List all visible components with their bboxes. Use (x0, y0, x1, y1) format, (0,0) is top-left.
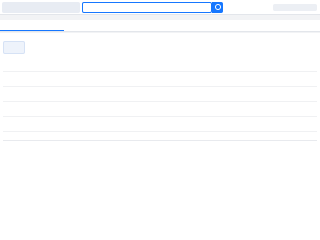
tab-5[interactable] (256, 20, 320, 31)
tab-bar (0, 20, 320, 32)
detail-cell (212, 117, 317, 131)
detail-cell (212, 87, 317, 101)
user-menu[interactable] (273, 4, 317, 11)
top-bar (0, 0, 320, 15)
detail-cell (108, 102, 213, 116)
search-icon[interactable] (212, 2, 223, 13)
detail-cell (3, 117, 108, 131)
detail-cell (3, 57, 108, 71)
search-input[interactable] (82, 2, 212, 13)
detail-cell (108, 57, 213, 71)
detail-cell (3, 87, 108, 101)
detail-cell (108, 87, 213, 101)
details-grid (3, 57, 317, 132)
detail-row (3, 72, 317, 87)
detail-cell (212, 57, 317, 71)
detail-cell (212, 72, 317, 86)
detail-cell (108, 117, 213, 131)
tab-4[interactable] (192, 20, 256, 31)
detail-row (3, 57, 317, 72)
detail-row (3, 87, 317, 102)
detail-cell (108, 72, 213, 86)
detail-row (3, 117, 317, 132)
business-scope-header (3, 131, 317, 141)
detail-cell (3, 102, 108, 116)
tab-3[interactable] (128, 20, 192, 31)
tab-2[interactable] (64, 20, 128, 31)
company-logo (3, 41, 25, 54)
tab-1[interactable] (0, 20, 64, 31)
company-card (0, 33, 320, 240)
detail-cell (3, 72, 108, 86)
business-scope-text (3, 145, 317, 237)
site-logo[interactable] (2, 2, 80, 13)
detail-row (3, 102, 317, 117)
detail-cell (212, 102, 317, 116)
